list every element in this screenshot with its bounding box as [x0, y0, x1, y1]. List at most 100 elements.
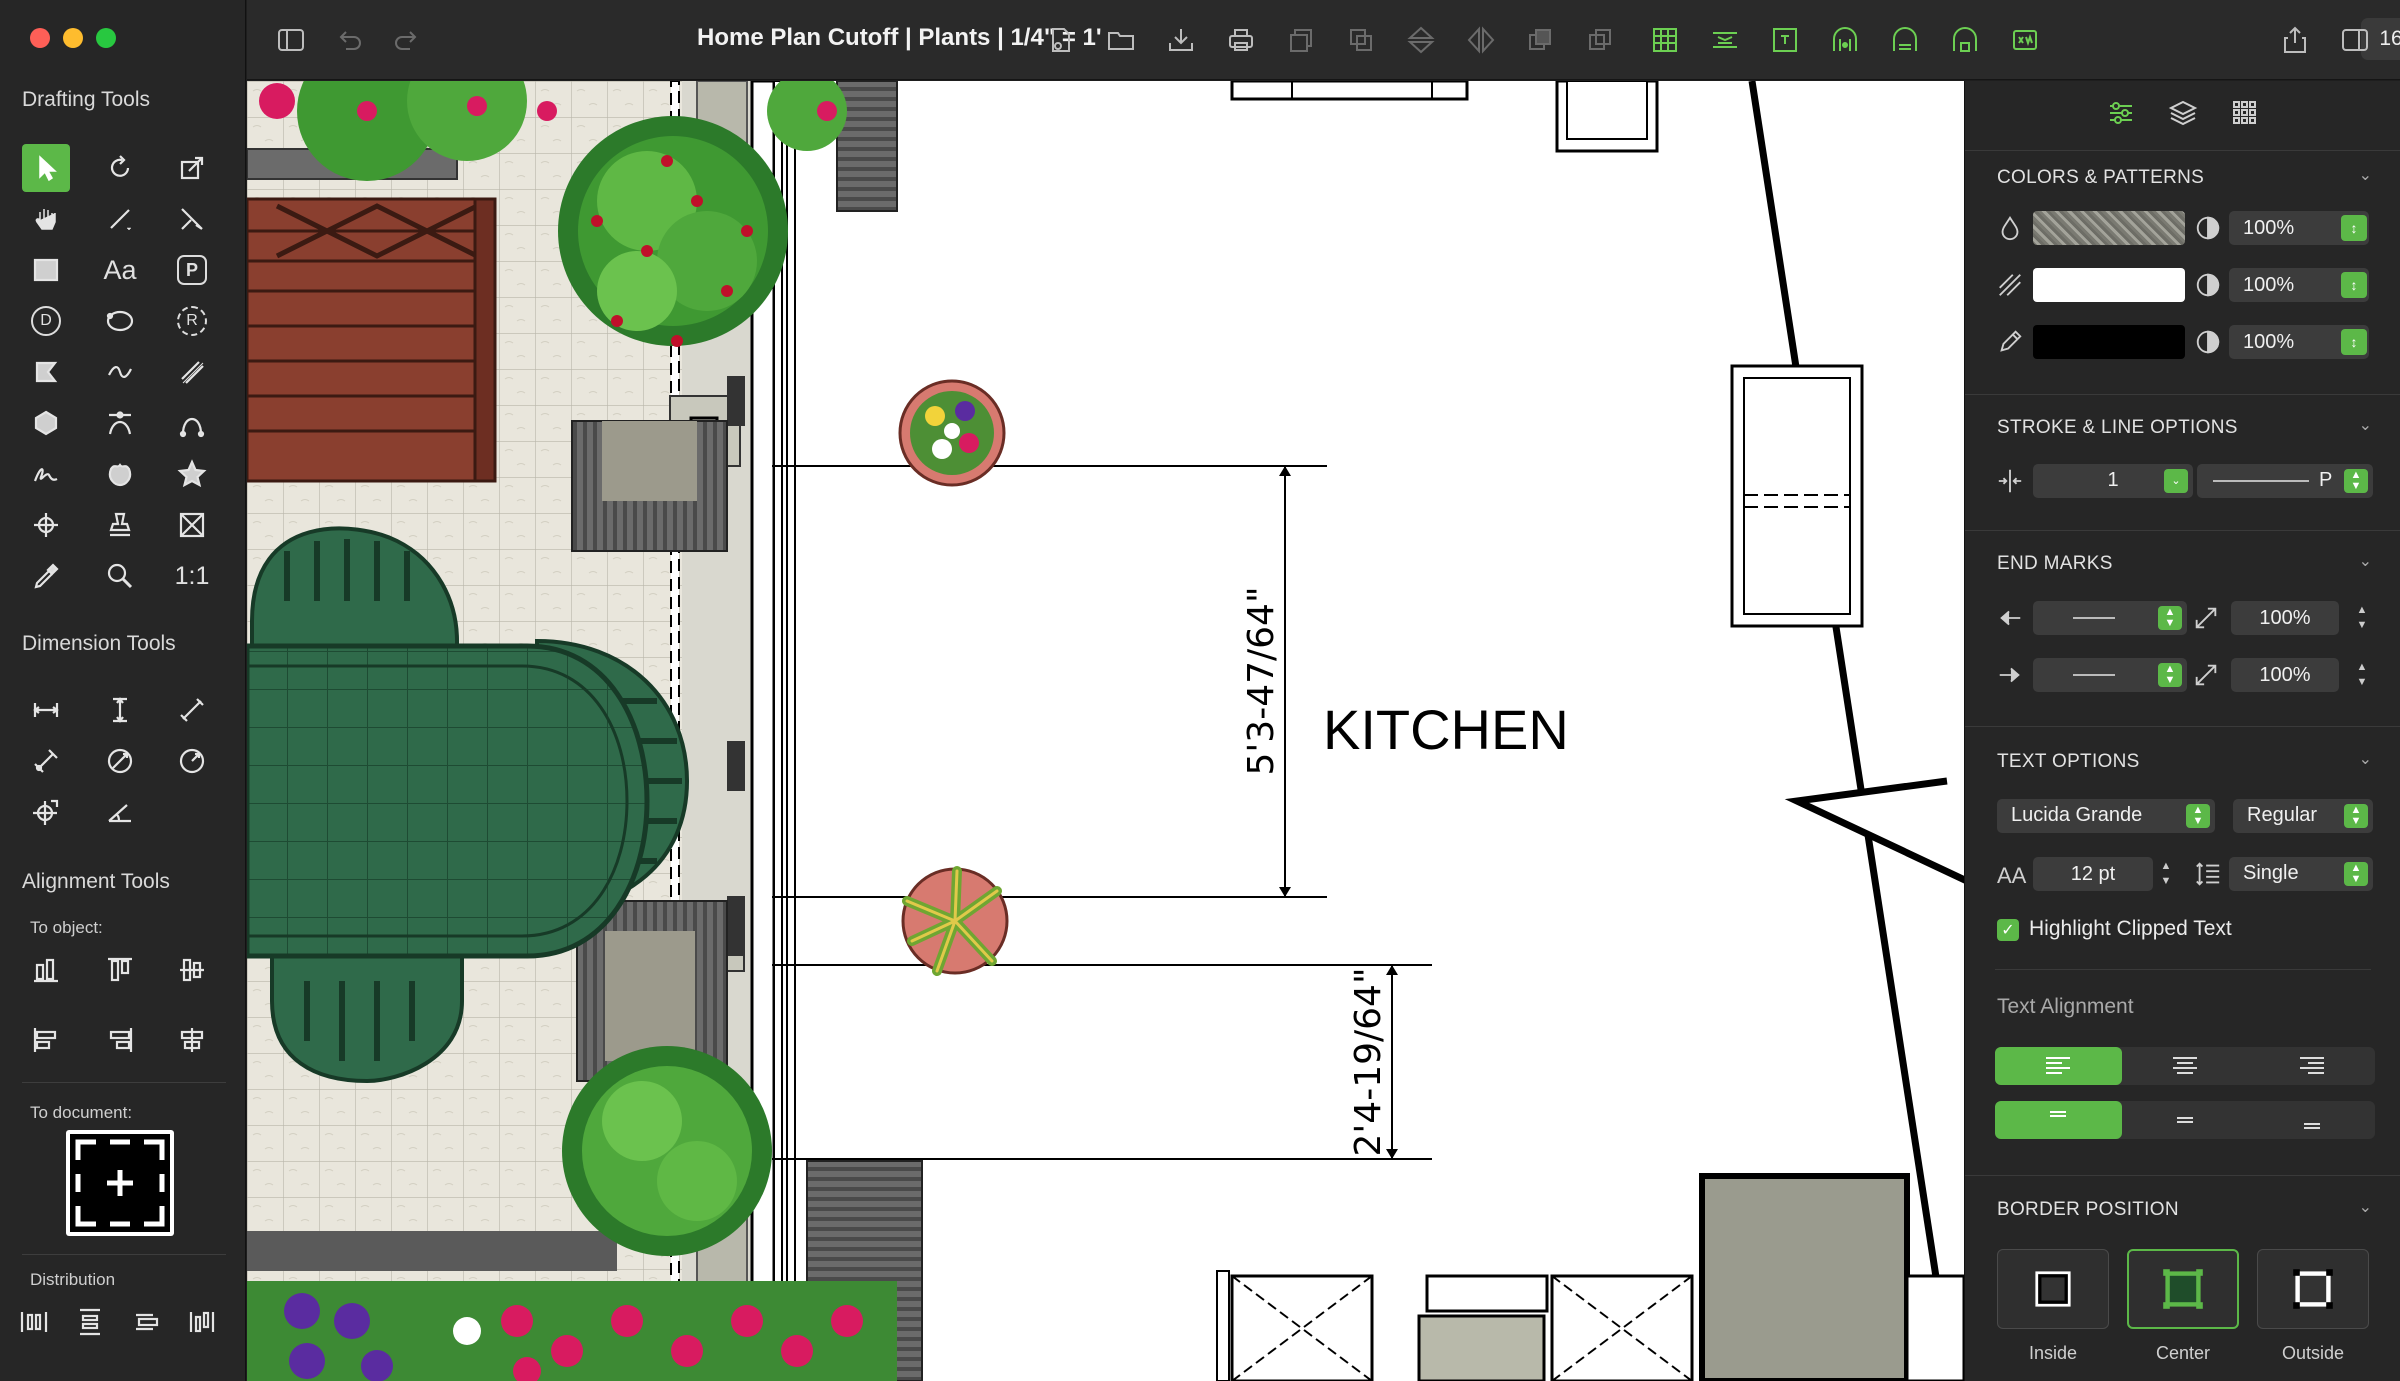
stroke-line-header[interactable]: STROKE & LINE OPTIONS: [1997, 417, 2238, 439]
bring-forward-button[interactable]: [1523, 22, 1559, 58]
ungroup-button[interactable]: [1343, 22, 1379, 58]
tab-properties[interactable]: [2103, 95, 2139, 131]
polygon-tool[interactable]: [22, 348, 70, 396]
align-text-left-button[interactable]: [1995, 1047, 2122, 1085]
flip-horizontal-button[interactable]: [1463, 22, 1499, 58]
image-frame-tool[interactable]: [168, 501, 216, 549]
distribute-vertical-button[interactable]: [68, 1298, 112, 1346]
border-inside-button[interactable]: [1997, 1249, 2109, 1329]
pattern-options-button[interactable]: ↕: [2341, 272, 2367, 298]
ellipse-tool[interactable]: [96, 297, 144, 345]
chevron-down-icon[interactable]: ⌄: [2359, 415, 2372, 435]
open-folder-button[interactable]: [1103, 22, 1139, 58]
distribute-width-button[interactable]: [180, 1298, 224, 1346]
area-dimension-tool[interactable]: [22, 788, 70, 836]
align-text-bottom-button[interactable]: [2248, 1101, 2375, 1139]
start-mark-scale-field[interactable]: 100%: [2231, 601, 2339, 635]
align-middle-button[interactable]: [168, 946, 216, 994]
room-label-kitchen[interactable]: KITCHEN: [1323, 698, 1569, 761]
snap-points-button[interactable]: [1827, 22, 1863, 58]
rotate-tool[interactable]: [96, 144, 144, 192]
stroke-options-button[interactable]: ↕: [2341, 329, 2367, 355]
blob-tool[interactable]: [96, 450, 144, 498]
horizontal-dimension-tool[interactable]: [22, 686, 70, 734]
dimension-label-1[interactable]: 5'3-47/64": [1241, 587, 1282, 776]
start-mark-dropdown[interactable]: ▲ ▼: [2033, 601, 2187, 635]
align-center-button[interactable]: [168, 1016, 216, 1064]
group-button[interactable]: [1283, 22, 1319, 58]
end-marks-header[interactable]: END MARKS: [1997, 553, 2113, 575]
up-down-icon[interactable]: ▲ ▼: [2186, 804, 2210, 828]
up-down-icon[interactable]: ▲ ▼: [2344, 469, 2368, 493]
diameter-dimension-tool[interactable]: [96, 737, 144, 785]
select-tool[interactable]: [22, 144, 70, 192]
crosshair-tool[interactable]: [22, 501, 70, 549]
chevron-down-icon[interactable]: ⌄: [2359, 749, 2372, 769]
align-top-button[interactable]: [96, 946, 144, 994]
align-right-button[interactable]: [96, 1016, 144, 1064]
align-text-center-button[interactable]: [2122, 1047, 2249, 1085]
import-button[interactable]: [1163, 22, 1199, 58]
align-text-right-button[interactable]: [2248, 1047, 2375, 1085]
zoom-tool[interactable]: [96, 552, 144, 600]
snap-grid-button[interactable]: [1887, 22, 1923, 58]
align-left-button[interactable]: [22, 1016, 70, 1064]
stroke-width-field[interactable]: 1 ⌄: [2033, 464, 2193, 498]
end-mark-dropdown[interactable]: ▲ ▼: [2033, 658, 2187, 692]
zoom-window-button[interactable]: [96, 28, 116, 48]
print-button[interactable]: [1223, 22, 1259, 58]
arc-tool[interactable]: [168, 399, 216, 447]
text-options-header[interactable]: TEXT OPTIONS: [1997, 751, 2140, 773]
align-bottom-button[interactable]: [22, 946, 70, 994]
hexagon-tool[interactable]: [22, 399, 70, 447]
dimension-label-2[interactable]: 2'4-19/64": [1348, 968, 1389, 1157]
export-xml-button[interactable]: [2007, 22, 2043, 58]
font-family-dropdown[interactable]: Lucida Grande ▲ ▼: [1997, 799, 2215, 833]
up-down-icon[interactable]: ▲ ▼: [2158, 663, 2182, 687]
text-tool[interactable]: Aa: [96, 246, 144, 294]
radius-dimension-tool[interactable]: [168, 737, 216, 785]
diameter-tool[interactable]: D: [22, 297, 70, 345]
bezier-tool[interactable]: [96, 399, 144, 447]
align-text-top-button[interactable]: [1995, 1101, 2122, 1139]
font-size-stepper[interactable]: ▲ ▼: [2157, 857, 2175, 891]
undo-button[interactable]: [331, 22, 367, 58]
font-style-dropdown[interactable]: Regular ▲ ▼: [2233, 799, 2373, 833]
redo-button[interactable]: [389, 22, 425, 58]
chevron-down-icon[interactable]: ⌄: [2359, 1197, 2372, 1217]
end-mark-scale-stepper[interactable]: ▲ ▼: [2353, 658, 2371, 692]
share-button[interactable]: [2277, 22, 2313, 58]
document-alignment-grid[interactable]: [66, 1130, 174, 1236]
line-tool[interactable]: [96, 195, 144, 243]
distribute-spacing-button[interactable]: [124, 1298, 168, 1346]
grid-button[interactable]: [1647, 22, 1683, 58]
line-spacing-dropdown[interactable]: Single ▲ ▼: [2229, 857, 2373, 891]
pan-tool[interactable]: [22, 195, 70, 243]
dimension-lines-button[interactable]: [1707, 22, 1743, 58]
up-down-icon[interactable]: ▲ ▼: [2344, 804, 2368, 828]
vertical-dimension-tool[interactable]: [96, 686, 144, 734]
radius-tool[interactable]: R: [168, 297, 216, 345]
diagonal-dimension-tool[interactable]: [168, 686, 216, 734]
star-tool[interactable]: [168, 450, 216, 498]
send-backward-button[interactable]: [1583, 22, 1619, 58]
page-frame-button[interactable]: [1767, 22, 1803, 58]
colors-patterns-header[interactable]: COLORS & PATTERNS: [1997, 167, 2204, 189]
wall-tool[interactable]: [168, 348, 216, 396]
font-size-field[interactable]: 12 pt: [2033, 857, 2153, 891]
end-mark-scale-field[interactable]: 100%: [2231, 658, 2339, 692]
stamp-tool[interactable]: [96, 501, 144, 549]
actual-size-tool[interactable]: 1:1: [168, 552, 216, 600]
tab-layers[interactable]: [2165, 95, 2201, 131]
toggle-inspector-button[interactable]: [2337, 22, 2373, 58]
up-down-icon[interactable]: ▲ ▼: [2158, 606, 2182, 630]
align-text-middle-button[interactable]: [2122, 1101, 2249, 1139]
line-style-dropdown[interactable]: P ▲ ▼: [2197, 464, 2373, 498]
scale-tool[interactable]: [168, 144, 216, 192]
tab-library[interactable]: [2227, 95, 2263, 131]
perpendicular-dimension-tool[interactable]: [22, 737, 70, 785]
highlight-clipped-checkbox[interactable]: ✓: [1997, 919, 2019, 941]
parking-tool[interactable]: P: [168, 246, 216, 294]
border-position-header[interactable]: BORDER POSITION: [1997, 1199, 2179, 1221]
chevron-down-icon[interactable]: ⌄: [2359, 551, 2372, 571]
